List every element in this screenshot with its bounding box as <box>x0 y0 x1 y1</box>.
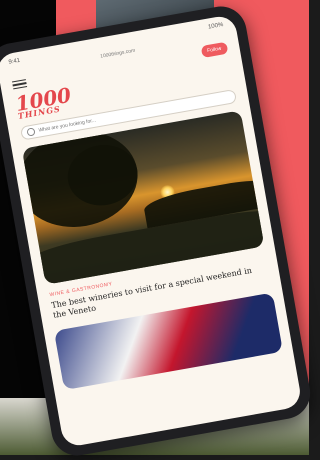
status-time: 9:41 <box>8 57 21 66</box>
menu-icon[interactable] <box>11 78 28 90</box>
hero-image[interactable] <box>21 110 265 285</box>
search-icon <box>26 127 36 137</box>
status-battery: 100% <box>207 22 224 31</box>
